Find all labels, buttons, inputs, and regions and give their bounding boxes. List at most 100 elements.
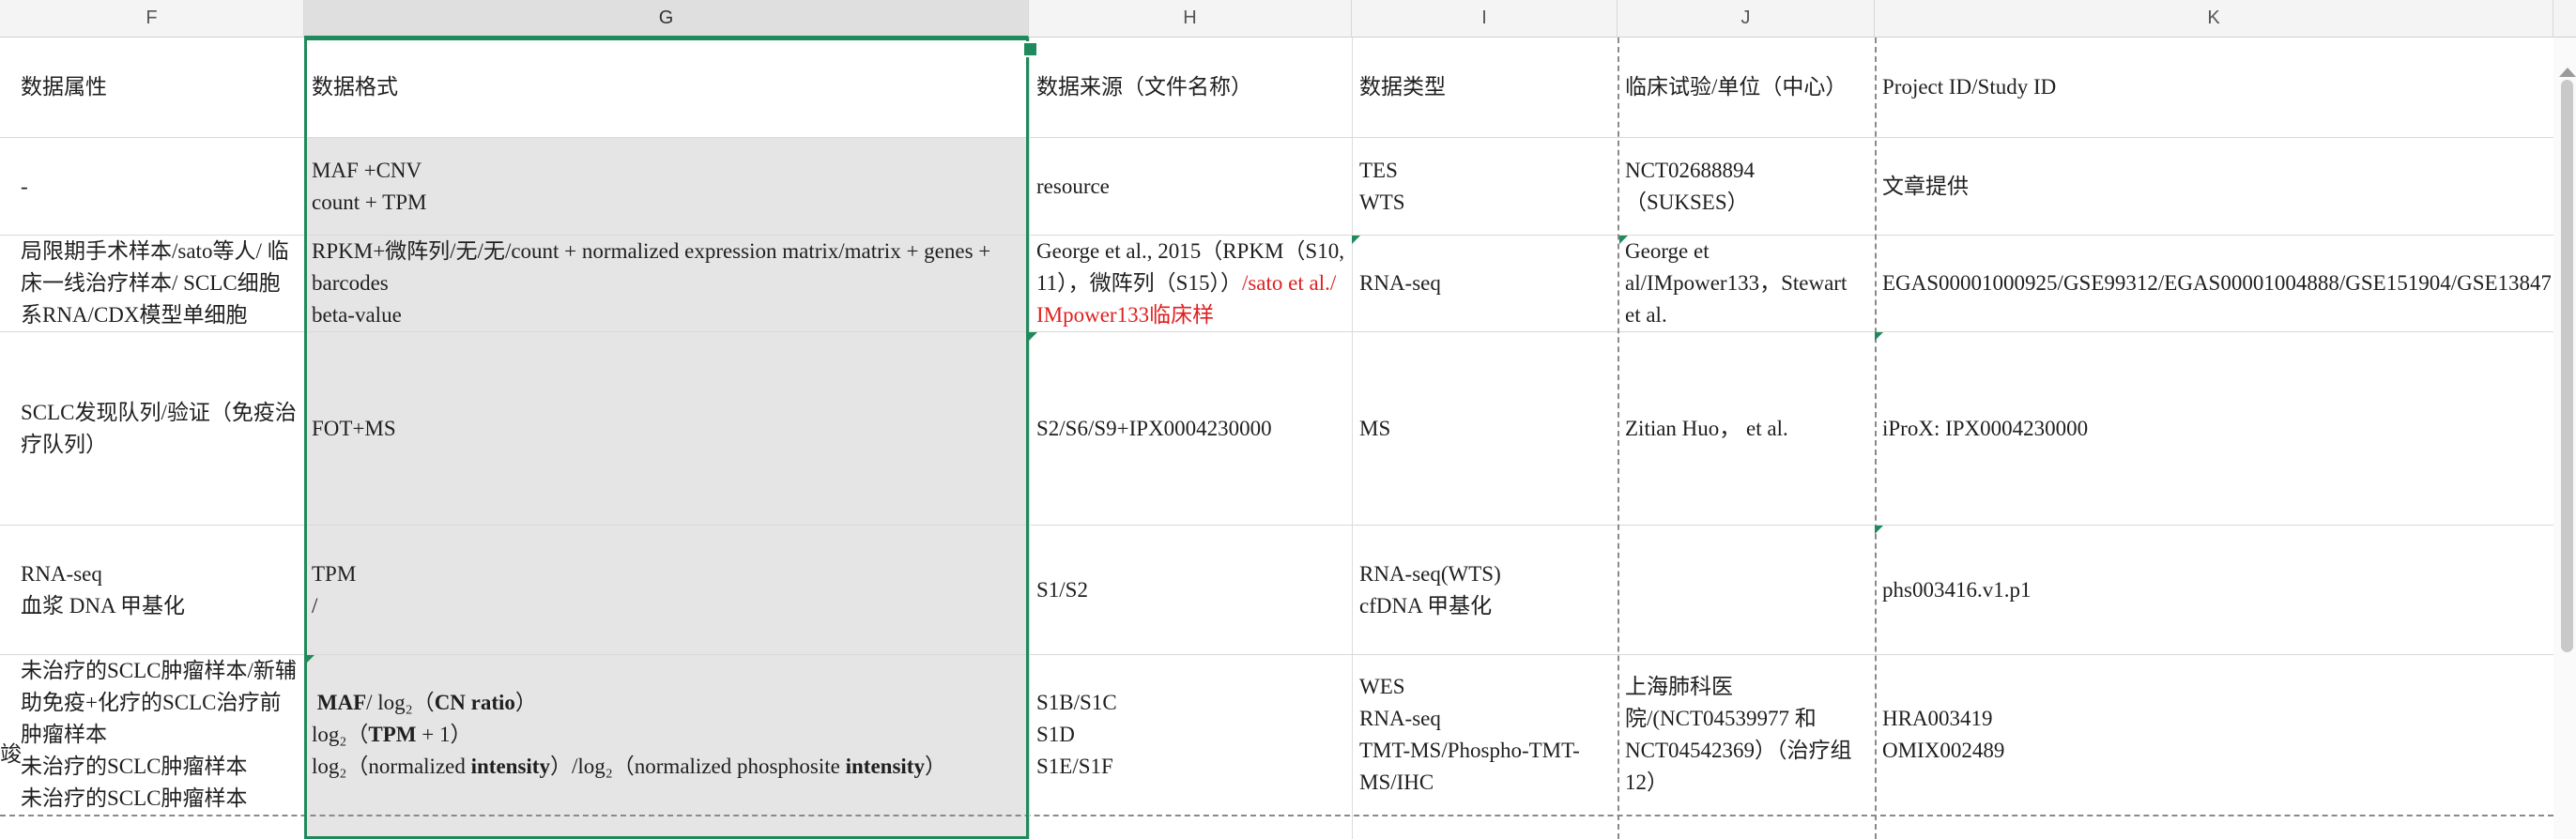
cell-text: log₂（ <box>312 723 369 746</box>
cell-text: 未治疗的SCLC肿瘤样本/新辅助免疫+化疗的SCLC治疗前肿瘤样本 <box>21 659 297 746</box>
comment-indicator[interactable] <box>1619 236 1628 244</box>
cell-I6[interactable]: WES RNA-seq TMT-MS/Phospho-TMT-MS/IHC <box>1354 655 1615 815</box>
cell-text: intensity <box>845 755 925 778</box>
cell-text: RNA-seq <box>21 561 102 586</box>
column-header-f[interactable]: F <box>0 0 304 38</box>
cell-text: intensity <box>470 755 550 778</box>
cell-text: S1E/S1F <box>1036 755 1113 778</box>
cell-text: FOT+MS <box>312 416 396 440</box>
cell-H2[interactable]: resource <box>1031 138 1350 235</box>
cell-G1[interactable]: 数据格式 <box>306 38 1025 137</box>
scrollbar-thumb[interactable] <box>2561 80 2573 652</box>
cell-H3[interactable]: George et al., 2015（RPKM（S10, 11），微阵列（S1… <box>1031 236 1350 331</box>
cell-I4[interactable]: MS <box>1354 332 1615 525</box>
cell-text: S1B/S1C <box>1036 691 1117 714</box>
cell-text: Project ID/Study ID <box>1882 75 2057 99</box>
cell-I5[interactable]: RNA-seq(WTS) cfDNA 甲基化 <box>1354 526 1615 654</box>
cell-text: 未治疗的SCLC肿瘤样本 <box>21 755 248 778</box>
cell-J3[interactable]: George et al/IMpower133，Stewart et al. <box>1619 236 1865 331</box>
cell-H1[interactable]: 数据来源（文件名称） <box>1031 38 1350 137</box>
dashed-row-border <box>0 815 2553 816</box>
cell-text: MAF <box>316 691 367 714</box>
cell-I2[interactable]: TES WTS <box>1354 138 1615 235</box>
cell-text: - <box>21 174 28 198</box>
cell-F4[interactable]: SCLC发现队列/验证（免疫治疗队列） <box>15 332 302 525</box>
cell-J5[interactable] <box>1619 526 1873 654</box>
cell-F6[interactable]: 未治疗的SCLC肿瘤样本/新辅助免疫+化疗的SCLC治疗前肿瘤样本 未治疗的SC… <box>15 655 302 815</box>
column-header-k[interactable]: K <box>1875 0 2553 38</box>
cell-text: 血浆 DNA 甲基化 <box>21 593 186 618</box>
cell-text: / <box>312 593 318 618</box>
col-divider <box>304 38 305 839</box>
cell-text: MAF +CNV <box>312 158 422 182</box>
cell-J1[interactable]: 临床试验/单位（中心） <box>1619 38 1873 137</box>
cell-text: TPM <box>368 723 417 746</box>
cell-text-line: MAF/ log₂（CN ratio） <box>312 687 1020 719</box>
cell-H4[interactable]: S2/S6/S9+IPX0004230000 <box>1031 332 1350 525</box>
spreadsheet-grid[interactable]: F G H I J K 数据属性 数据格式 数据来源（文件名称） 数据类型 临床… <box>0 0 2576 839</box>
cell-J2[interactable]: NCT02688894 （SUKSES） <box>1619 138 1873 235</box>
cell-text: S1D <box>1036 723 1075 746</box>
cell-text: TMT-MS/Phospho-TMT-MS/IHC <box>1359 739 1580 794</box>
fill-handle[interactable] <box>1022 41 1038 57</box>
col-divider <box>1029 38 1030 839</box>
cell-G3[interactable]: RPKM+微阵列/无/无/count + normalized expressi… <box>306 236 1025 331</box>
cell-F5[interactable]: RNA-seq 血浆 DNA 甲基化 <box>15 526 297 654</box>
cell-text: + 1） <box>416 723 472 746</box>
comment-indicator[interactable] <box>1875 526 1883 534</box>
cell-J6[interactable]: 上海肺科医院/(NCT04539977 和 NCT04542369）（治疗组12… <box>1619 655 1865 815</box>
cell-text: WTS <box>1359 190 1405 214</box>
cell-I1[interactable]: 数据类型 <box>1354 38 1615 137</box>
cell-text: 局限期手术样本/sato等人/ 临床一线治疗样本/ SCLC细胞系RNA/CDX… <box>21 239 289 327</box>
cell-G4[interactable]: FOT+MS <box>306 332 1025 525</box>
cell-text: WES <box>1359 675 1405 698</box>
cell-text: NCT02688894 <box>1625 158 1755 182</box>
scroll-up-arrow-icon[interactable] <box>2559 68 2576 77</box>
cell-text: RPKM+微阵列/无/无/count + normalized expressi… <box>312 239 991 295</box>
cell-text: 数据来源（文件名称） <box>1036 75 1252 99</box>
cell-H6[interactable]: S1B/S1C S1D S1E/S1F <box>1031 655 1350 815</box>
comment-indicator[interactable] <box>1029 332 1037 341</box>
cell-G5[interactable]: TPM / <box>306 526 1025 654</box>
corner-spacer <box>2553 0 2576 38</box>
comment-indicator[interactable] <box>1875 332 1883 341</box>
cell-text: phs003416.v1.p1 <box>1882 577 2032 602</box>
cell-text: 数据类型 <box>1359 75 1446 99</box>
cell-text: iProX: IPX0004230000 <box>1882 416 2089 440</box>
cell-F3[interactable]: 局限期手术样本/sato等人/ 临床一线治疗样本/ SCLC细胞系RNA/CDX… <box>15 236 302 331</box>
cell-text: TES <box>1359 158 1398 182</box>
cell-G2[interactable]: MAF +CNV count + TPM <box>306 138 1025 235</box>
column-header-h[interactable]: H <box>1029 0 1352 38</box>
cell-text: ） <box>924 755 946 778</box>
column-header-j[interactable]: J <box>1618 0 1875 38</box>
cell-text: RNA-seq(WTS) <box>1359 561 1501 586</box>
comment-indicator[interactable] <box>306 655 314 664</box>
cell-G6[interactable]: MAF/ log₂（CN ratio） log₂（TPM + 1） log₂（n… <box>306 655 1025 815</box>
cell-K3[interactable]: EGAS00001000925/GSE99312/EGAS00001004888… <box>1877 236 2551 331</box>
column-header-i[interactable]: I <box>1352 0 1618 38</box>
cell-F2[interactable]: - <box>15 138 297 235</box>
cell-text: HRA003419 <box>1882 707 1993 730</box>
cell-text: RNA-seq <box>1359 707 1441 730</box>
cell-text: resource <box>1036 174 1110 198</box>
cell-text: Zitian Huo， et al. <box>1625 416 1788 440</box>
cell-text: ） <box>514 691 537 714</box>
cell-text: 数据格式 <box>312 75 398 99</box>
cell-K2[interactable]: 文章提供 <box>1877 138 2551 235</box>
cell-I3[interactable]: RNA-seq <box>1354 236 1615 331</box>
cell-text: count + TPM <box>312 190 427 214</box>
cell-K4[interactable]: iProX: IPX0004230000 <box>1877 332 2551 525</box>
cell-H5[interactable]: S1/S2 <box>1031 526 1350 654</box>
cell-K5[interactable]: phs003416.v1.p1 <box>1877 526 2551 654</box>
column-header-g[interactable]: G <box>304 0 1029 38</box>
cell-text: ）/log₂（normalized phosphosite <box>549 755 846 778</box>
cell-K6[interactable]: HRA003419 OMIX002489 <box>1877 655 2551 815</box>
cell-K1[interactable]: Project ID/Study ID <box>1877 38 2551 137</box>
cell-J4[interactable]: Zitian Huo， et al. <box>1619 332 1873 525</box>
cell-text: TPM <box>312 561 357 586</box>
cell-text: / log₂（ <box>366 691 435 714</box>
cell-F1[interactable]: 数据属性 <box>15 38 297 137</box>
cell-text: OMIX002489 <box>1882 739 2005 762</box>
cell-text: 数据属性 <box>21 75 107 99</box>
comment-indicator[interactable] <box>1352 236 1360 244</box>
